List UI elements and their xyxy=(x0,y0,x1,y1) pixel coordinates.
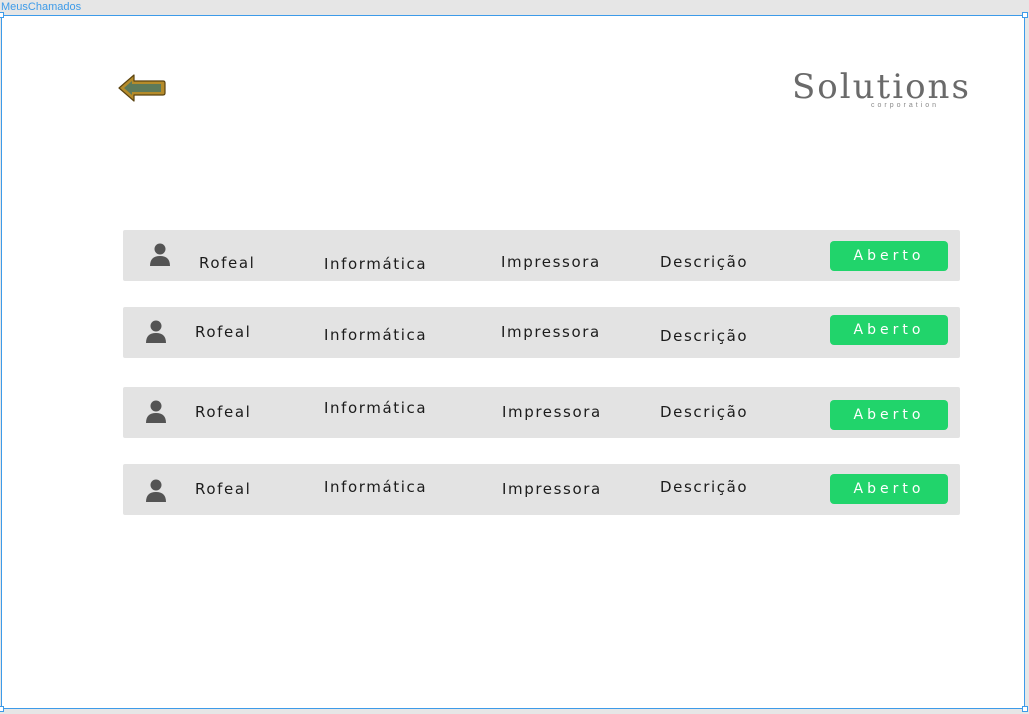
ticket-department: Informática xyxy=(324,326,428,344)
ticket-category: Impressora xyxy=(502,403,602,421)
ticket-category: Impressora xyxy=(502,480,602,498)
company-logo: Solutions corporation xyxy=(792,67,971,109)
selection-handle[interactable] xyxy=(1022,706,1028,712)
selection-handle[interactable] xyxy=(0,12,4,18)
artboard: Solutions corporation Rofeal Informática… xyxy=(0,12,1028,712)
frame-label: MeusChamados xyxy=(1,1,82,13)
ticket-user: Rofeal xyxy=(195,403,252,421)
status-button[interactable]: Aberto xyxy=(830,241,948,271)
ticket-department: Informática xyxy=(324,478,428,496)
ticket-category: Impressora xyxy=(501,253,601,271)
ticket-row[interactable]: Rofeal Informática Impressora Descrição … xyxy=(123,387,960,438)
ticket-row[interactable]: Rofeal Informática Impressora Descrição … xyxy=(123,230,960,281)
ticket-user: Rofeal xyxy=(195,480,252,498)
logo-name: Solutions xyxy=(792,67,971,107)
ticket-description: Descrição xyxy=(660,478,749,496)
selection-handle[interactable] xyxy=(0,706,4,712)
status-button[interactable]: Aberto xyxy=(830,315,948,345)
back-button[interactable] xyxy=(117,71,167,105)
user-avatar-icon xyxy=(150,243,170,266)
ticket-description: Descrição xyxy=(660,253,749,271)
ticket-department: Informática xyxy=(324,399,428,417)
ticket-department: Informática xyxy=(324,255,428,273)
ticket-user: Rofeal xyxy=(195,323,252,341)
status-button[interactable]: Aberto xyxy=(830,400,948,430)
ticket-row[interactable]: Rofeal Informática Impressora Descrição … xyxy=(123,307,960,358)
selection-handle[interactable] xyxy=(1022,12,1028,18)
ticket-row[interactable]: Rofeal Informática Impressora Descrição … xyxy=(123,464,960,515)
ticket-description: Descrição xyxy=(660,327,749,345)
ticket-description: Descrição xyxy=(660,403,749,421)
user-avatar-icon xyxy=(146,479,166,502)
ticket-category: Impressora xyxy=(501,323,601,341)
user-avatar-icon xyxy=(146,400,166,423)
ticket-user: Rofeal xyxy=(199,254,256,272)
status-button[interactable]: Aberto xyxy=(830,474,948,504)
user-avatar-icon xyxy=(146,320,166,343)
back-arrow-icon xyxy=(118,74,166,102)
